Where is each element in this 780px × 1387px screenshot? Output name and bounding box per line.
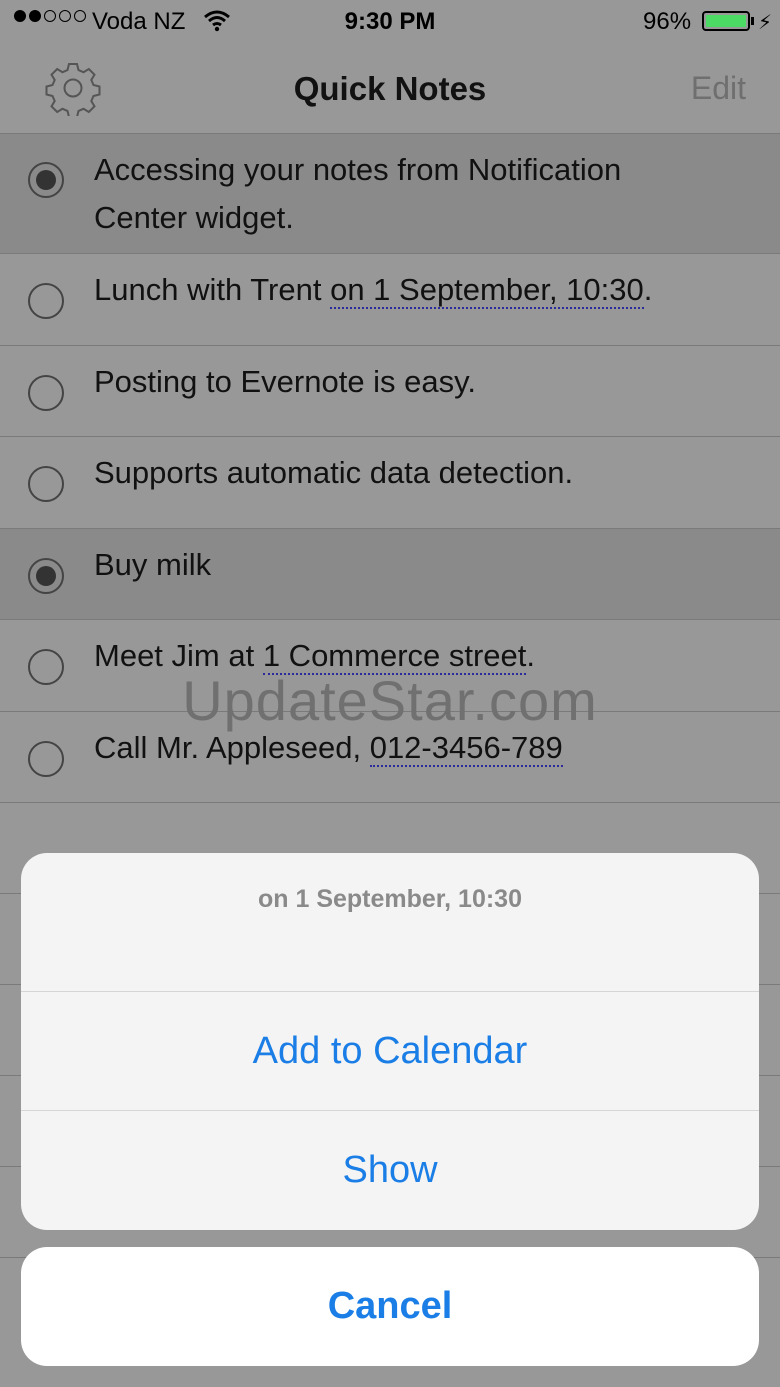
list-item[interactable]: Posting to Evernote is easy. xyxy=(0,346,780,437)
list-item[interactable]: Supports automatic data detection. xyxy=(0,437,780,529)
checked-radio-icon[interactable] xyxy=(28,558,64,594)
show-button[interactable]: Show xyxy=(21,1111,759,1230)
battery-icon xyxy=(702,11,750,31)
action-sheet: on 1 September, 10:30 Add to Calendar Sh… xyxy=(21,853,759,1230)
edit-button[interactable]: Edit xyxy=(691,70,746,107)
list-item[interactable]: Buy milk xyxy=(0,529,780,620)
list-item[interactable]: Lunch with Trent on 1 September, 10:30. xyxy=(0,254,780,346)
detected-date-link[interactable]: on 1 September, 10:30 xyxy=(330,272,644,309)
page-title: Quick Notes xyxy=(293,70,487,107)
note-text: . xyxy=(643,272,653,307)
battery-percentage: 96% xyxy=(643,8,692,35)
cancel-button[interactable]: Cancel xyxy=(21,1247,759,1366)
action-sheet-title: on 1 September, 10:30 xyxy=(21,853,759,992)
note-text-line: Accessing your notes from Notification xyxy=(94,152,622,187)
unchecked-radio-icon[interactable] xyxy=(28,466,64,502)
checked-radio-icon[interactable] xyxy=(28,162,64,198)
unchecked-radio-icon[interactable] xyxy=(28,741,64,777)
unchecked-radio-icon[interactable] xyxy=(28,375,64,411)
note-text-line: Center widget. xyxy=(94,200,294,235)
list-item[interactable]: Accessing your notes from Notification C… xyxy=(0,134,780,254)
note-text: Buy milk xyxy=(94,547,212,582)
navigation-bar: Quick Notes Edit xyxy=(0,44,780,134)
unchecked-radio-icon[interactable] xyxy=(28,283,64,319)
status-bar: Voda NZ 9:30 PM 96% ⚡ xyxy=(0,0,780,44)
add-to-calendar-button[interactable]: Add to Calendar xyxy=(21,992,759,1111)
note-text: Call Mr. Appleseed, xyxy=(94,730,370,765)
note-text: Lunch with Trent xyxy=(94,272,331,307)
note-text: Posting to Evernote is easy. xyxy=(94,364,476,399)
battery-tip xyxy=(751,17,754,25)
charging-icon: ⚡ xyxy=(758,12,773,34)
detected-phone-link[interactable]: 012-3456-789 xyxy=(369,730,563,767)
watermark: UpdateStar.com xyxy=(182,669,598,732)
note-text: Supports automatic data detection. xyxy=(94,455,574,490)
